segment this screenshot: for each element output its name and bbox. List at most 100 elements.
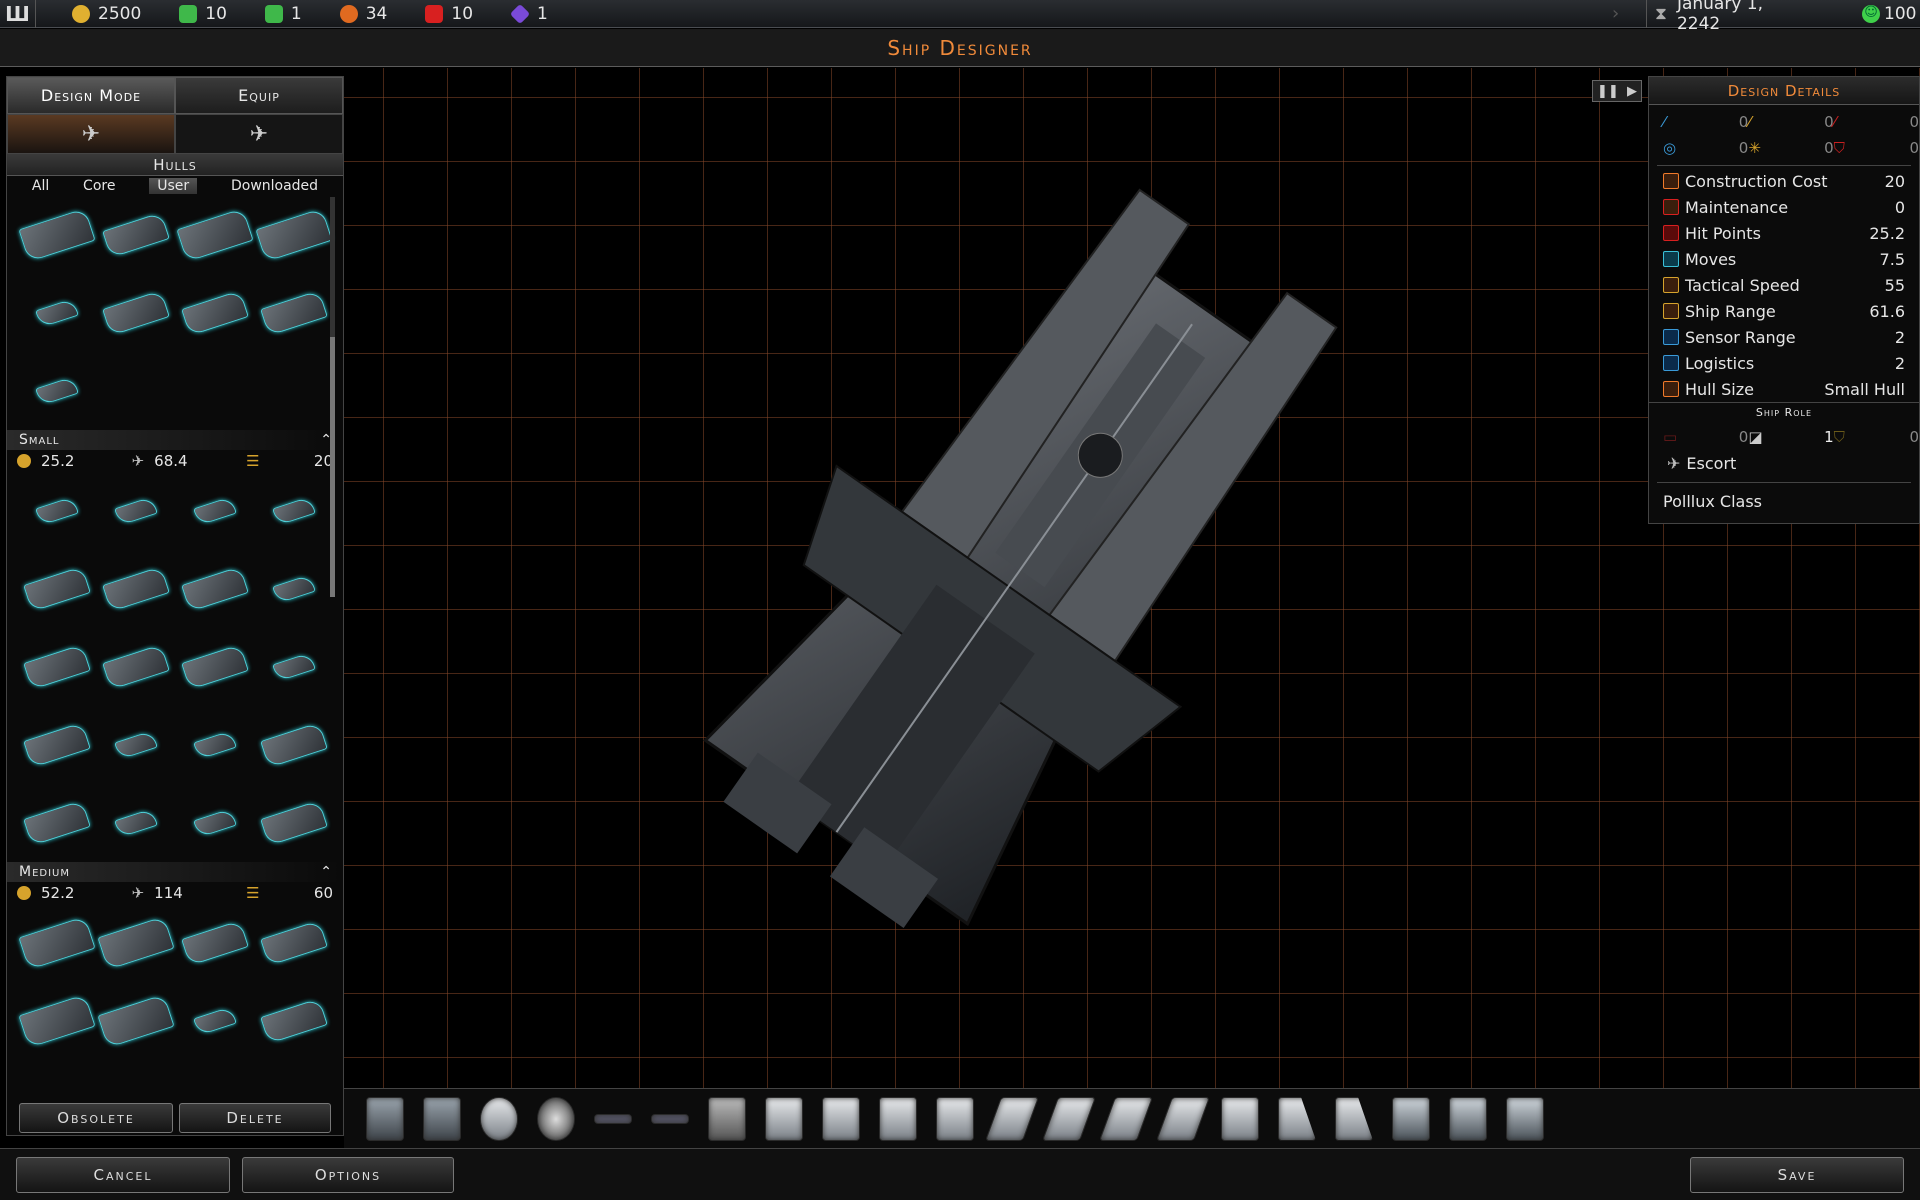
hull-thumb[interactable] — [175, 904, 254, 982]
hull-thumb[interactable] — [254, 472, 333, 550]
obsolete-button[interactable]: Obsolete — [19, 1103, 173, 1133]
hull-thumb[interactable] — [175, 274, 254, 352]
resource-influence[interactable]: 10 — [179, 4, 227, 24]
component-slot[interactable] — [1155, 1096, 1211, 1141]
ship-model[interactable] — [660, 170, 1380, 970]
component-slot[interactable] — [984, 1096, 1040, 1141]
ship-role-header: Ship Role — [1649, 402, 1919, 422]
hull-thumb[interactable] — [175, 784, 254, 862]
hull-thumb[interactable] — [96, 904, 175, 982]
hull-thumb[interactable] — [175, 982, 254, 1060]
military-value: 10 — [451, 3, 474, 24]
component-slot[interactable] — [1335, 1096, 1373, 1141]
hull-thumb[interactable] — [254, 904, 333, 982]
resource-military[interactable]: 10 — [425, 4, 473, 24]
hull-thumb[interactable] — [17, 784, 96, 862]
hull-thumb[interactable] — [96, 274, 175, 352]
hull-thumb[interactable] — [17, 550, 96, 628]
hull-thumb[interactable] — [96, 196, 175, 274]
hull-thumb[interactable] — [96, 550, 175, 628]
hull-thumb[interactable] — [17, 472, 96, 550]
hull-thumb[interactable] — [254, 784, 333, 862]
filter-user[interactable]: User — [149, 178, 198, 194]
hull-thumb[interactable] — [17, 904, 96, 982]
filter-core[interactable]: Core — [83, 178, 115, 194]
hull-thumb[interactable] — [175, 550, 254, 628]
collapse-icon[interactable]: ⌃ — [320, 864, 333, 880]
component-slot[interactable] — [366, 1096, 404, 1141]
component-slot[interactable] — [1041, 1096, 1097, 1141]
chevron-right-icon[interactable]: › — [1612, 3, 1619, 24]
main-menu-icon[interactable]: Ш — [0, 0, 36, 28]
component-slot[interactable] — [708, 1096, 746, 1141]
hull-thumb[interactable] — [96, 706, 175, 784]
hull-thumb[interactable] — [17, 706, 96, 784]
hull-thumb[interactable] — [96, 472, 175, 550]
research-value: 1 — [537, 3, 548, 24]
hull-thumb[interactable] — [175, 472, 254, 550]
resource-industry[interactable]: 34 — [339, 4, 387, 24]
hull-thumb[interactable] — [17, 628, 96, 706]
hull-thumb[interactable] — [96, 628, 175, 706]
hull-thumb[interactable] — [254, 196, 333, 274]
component-slot[interactable] — [1098, 1096, 1154, 1141]
hull-thumb[interactable] — [17, 196, 96, 274]
medium-category-header[interactable]: Medium ⌃ — [7, 862, 343, 882]
resource-food[interactable]: 1 — [264, 3, 302, 24]
food-value: 1 — [290, 3, 302, 24]
hull-thumb[interactable] — [17, 274, 96, 352]
component-slot[interactable] — [537, 1096, 575, 1141]
cancel-button[interactable]: Cancel — [16, 1157, 230, 1193]
component-slot[interactable] — [1392, 1096, 1430, 1141]
component-slot[interactable] — [423, 1096, 461, 1141]
pause-icon[interactable]: ❚❚ — [1597, 84, 1619, 99]
resource-research[interactable]: 1 — [509, 3, 548, 24]
component-slot[interactable] — [1506, 1096, 1544, 1141]
hull-thumb[interactable] — [254, 550, 333, 628]
hull-scrollbar-thumb[interactable] — [330, 337, 335, 597]
small-category-header[interactable]: Small ⌃ — [7, 430, 343, 450]
hull-thumb[interactable] — [254, 628, 333, 706]
design-details-header: Design Details — [1649, 77, 1919, 105]
component-ship-icon: ✈ — [249, 121, 269, 147]
hull-thumb[interactable] — [175, 706, 254, 784]
logistics-icon: ☰ — [246, 452, 260, 470]
component-slot[interactable] — [1449, 1096, 1487, 1141]
component-slot[interactable] — [1278, 1096, 1316, 1141]
hull-mode-button[interactable]: ✈ — [7, 114, 175, 154]
component-slot[interactable] — [822, 1096, 860, 1141]
component-slot[interactable] — [879, 1096, 917, 1141]
approval-rating[interactable]: ☺ 100 — [1862, 0, 1916, 28]
component-slot[interactable] — [480, 1096, 518, 1141]
filter-all[interactable]: All — [32, 178, 49, 194]
design-class-name[interactable]: Polllux Class — [1663, 492, 1762, 511]
component-slot[interactable] — [765, 1096, 803, 1141]
component-mode-button[interactable]: ✈ — [175, 114, 343, 154]
hull-thumb[interactable] — [175, 628, 254, 706]
influence-icon — [179, 4, 198, 23]
ship-role-selector[interactable]: ✈ Escort — [1649, 450, 1919, 476]
hull-thumb[interactable] — [254, 274, 333, 352]
options-button[interactable]: Options — [242, 1157, 454, 1193]
hull-thumb[interactable] — [17, 352, 96, 430]
component-slot[interactable] — [1221, 1096, 1259, 1141]
save-button[interactable]: Save — [1690, 1157, 1904, 1193]
tab-design-mode[interactable]: Design Mode — [7, 77, 175, 114]
hull-thumb[interactable] — [175, 196, 254, 274]
component-slot[interactable] — [936, 1096, 974, 1141]
component-slot[interactable] — [651, 1113, 689, 1124]
tab-equip[interactable]: Equip — [175, 77, 343, 114]
hull-thumb[interactable] — [96, 982, 175, 1060]
hull-thumb[interactable] — [17, 982, 96, 1060]
approval-value: 100 — [1884, 4, 1917, 24]
component-slot[interactable] — [594, 1113, 632, 1124]
military-icon — [425, 4, 444, 23]
hull-thumb[interactable] — [96, 784, 175, 862]
hull-thumb[interactable] — [254, 706, 333, 784]
shield-defense-icon: ◎ — [1663, 139, 1677, 157]
filter-downloaded[interactable]: Downloaded — [231, 178, 318, 194]
resource-credits[interactable]: 2500 — [72, 4, 141, 24]
hull-thumb[interactable] — [254, 982, 333, 1060]
play-icon[interactable]: ▶ — [1627, 84, 1637, 99]
delete-button[interactable]: Delete — [179, 1103, 331, 1133]
